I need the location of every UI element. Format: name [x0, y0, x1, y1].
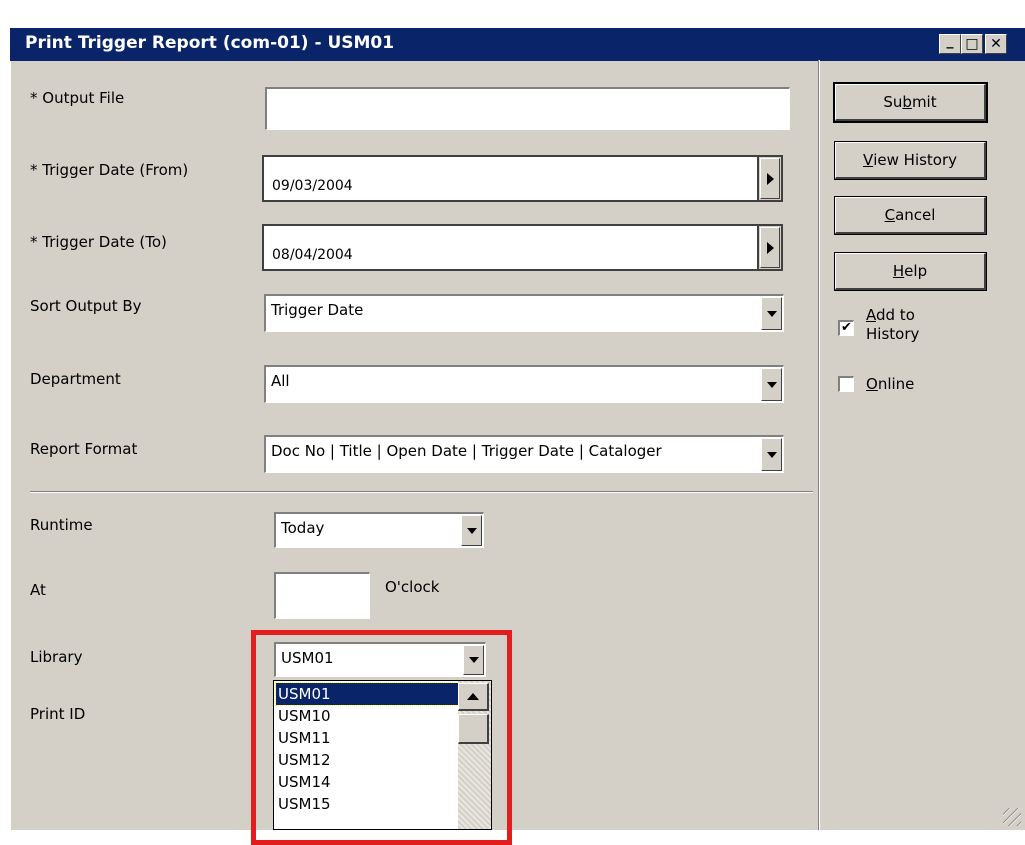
trigger-to-label: * Trigger Date (To) [30, 233, 167, 251]
sort-by-label: Sort Output By [30, 297, 142, 315]
submit-button[interactable]: Su b mit [833, 82, 988, 123]
submit-label-accel: b [902, 93, 912, 111]
window-title: Print Trigger Report (com-01) - USM01 [25, 33, 395, 53]
view-history-button[interactable]: View History [834, 141, 987, 180]
trigger-to-picker-button[interactable] [757, 224, 783, 271]
report-format-dropdown-button[interactable] [761, 438, 782, 471]
department-label: Department [30, 370, 121, 388]
output-file-label: * Output File [30, 89, 125, 107]
close-button[interactable]: ✕ [985, 34, 1007, 54]
runtime-label: Runtime [30, 516, 93, 534]
runtime-value: Today [281, 519, 325, 537]
department-select[interactable]: All [264, 365, 784, 403]
at-time-input[interactable] [274, 572, 370, 619]
arrow-right-icon [766, 241, 774, 254]
output-file-input[interactable] [265, 87, 790, 130]
resize-grip[interactable] [1003, 808, 1021, 826]
submit-label-a: Su [883, 93, 903, 111]
runtime-select[interactable]: Today [274, 512, 484, 548]
close-icon: ✕ [990, 36, 1002, 52]
sort-by-value: Trigger Date [271, 301, 364, 319]
trigger-to-value: 08/04/2004 [272, 247, 353, 263]
chevron-down-icon [466, 527, 477, 534]
add-to-history-label[interactable]: Add to History [866, 306, 919, 344]
trigger-from-input[interactable]: 09/03/2004 [262, 155, 759, 202]
sort-by-select[interactable]: Trigger Date [264, 294, 784, 332]
sort-by-dropdown-button[interactable] [761, 297, 782, 330]
trigger-from-label: * Trigger Date (From) [30, 161, 189, 179]
cancel-label: ancel [895, 206, 936, 224]
view-history-accel: V [862, 151, 874, 169]
chevron-down-icon [766, 310, 777, 317]
online-checkbox[interactable] [838, 376, 854, 392]
help-accel: H [892, 262, 905, 280]
report-format-select[interactable]: Doc No | Title | Open Date | Trigger Dat… [264, 435, 784, 473]
add-to-history-accel: A [866, 306, 876, 324]
report-format-value: Doc No | Title | Open Date | Trigger Dat… [271, 442, 662, 460]
trigger-from-value: 09/03/2004 [272, 178, 353, 194]
arrow-right-icon [766, 172, 774, 185]
report-format-label: Report Format [30, 440, 138, 458]
view-history-label: iew History [873, 151, 958, 169]
minimize-button[interactable]: _ [939, 34, 961, 54]
add-to-history-text: dd to [876, 306, 915, 324]
add-to-history-checkbox[interactable]: ✔ [838, 320, 854, 336]
submit-label-b: mit [911, 93, 937, 111]
check-icon: ✔ [841, 320, 852, 335]
online-text: nline [877, 375, 915, 393]
help-label: elp [904, 262, 928, 280]
minimize-icon: _ [946, 33, 954, 49]
department-dropdown-button[interactable] [761, 368, 782, 401]
horizontal-divider [30, 491, 813, 493]
help-button[interactable]: Help [834, 252, 987, 291]
at-label: At [30, 581, 46, 599]
chevron-down-icon [766, 381, 777, 388]
cancel-accel: C [884, 206, 896, 224]
runtime-dropdown-button[interactable] [461, 515, 482, 546]
chevron-down-icon [766, 451, 777, 458]
cancel-button[interactable]: Cancel [834, 196, 987, 235]
maximize-button[interactable]: □ [961, 34, 983, 54]
maximize-icon: □ [965, 36, 979, 52]
online-accel: O [866, 375, 878, 393]
print-id-label: Print ID [30, 705, 86, 723]
add-to-history-text-2: History [866, 325, 920, 343]
trigger-from-picker-button[interactable] [757, 155, 783, 202]
highlight-box [251, 630, 512, 845]
oclock-label: O'clock [385, 578, 440, 596]
online-label[interactable]: Online [866, 375, 914, 394]
vertical-divider [818, 60, 820, 830]
department-value: All [271, 372, 290, 390]
library-label: Library [30, 648, 83, 666]
title-bar[interactable]: Print Trigger Report (com-01) - USM01 _ … [10, 28, 1025, 61]
trigger-to-input[interactable]: 08/04/2004 [262, 224, 759, 271]
